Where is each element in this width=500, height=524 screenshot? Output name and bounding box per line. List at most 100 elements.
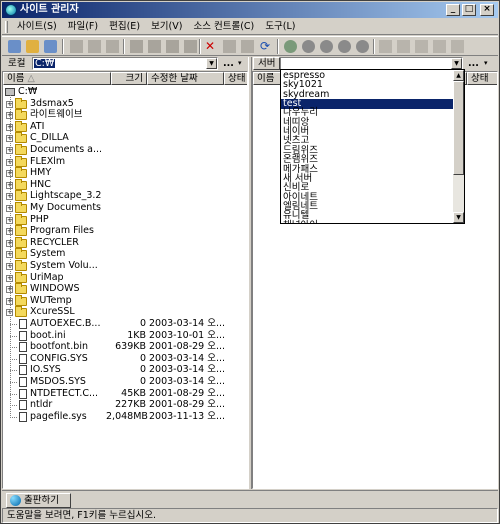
- file-row[interactable]: IO.SYS 0 2003-03-14 오...: [3, 364, 233, 376]
- folder-row[interactable]: +3dsmax5: [3, 97, 233, 110]
- connect-icon[interactable]: [8, 40, 21, 53]
- local-file-list[interactable]: 이름 △ 크기 수정한 날짜 상태 C:₩ +3dsmax5 + 라이트웨이브 + ATI…: [2, 71, 248, 489]
- upload-icon[interactable]: [284, 40, 297, 53]
- col-header-name[interactable]: 이름 △: [3, 72, 111, 85]
- folder-row[interactable]: + My Documents: [3, 202, 233, 214]
- download-icon[interactable]: [302, 40, 315, 53]
- col-header-status[interactable]: 상태: [467, 72, 497, 85]
- file-row[interactable]: bootfont.bin 639KB 2001-08-29 오...: [3, 341, 233, 353]
- menu-source-control[interactable]: 소스 컨트롤(C): [190, 19, 259, 35]
- open-icon[interactable]: [130, 40, 143, 53]
- col-header-date[interactable]: 수정한 날짜: [147, 72, 224, 85]
- local-pane: 로컬 C:₩ ▼ ... ▾ 이름 △ 크기 수정한 날짜 상태 C:₩ +3ds…: [2, 57, 248, 489]
- paste-icon[interactable]: [106, 40, 119, 53]
- scroll-thumb[interactable]: [453, 81, 464, 175]
- close-button[interactable]: ×: [480, 4, 494, 16]
- folder-row[interactable]: + XcureSSL: [3, 306, 233, 318]
- disconnect-icon[interactable]: [26, 40, 39, 53]
- menu-tools[interactable]: 도구(L): [261, 19, 299, 35]
- publish-tab[interactable]: 출판하기: [6, 493, 71, 508]
- folder-row[interactable]: + System Volu...: [3, 260, 233, 272]
- menu-edit[interactable]: 편집(E): [105, 19, 144, 35]
- file-row[interactable]: boot.ini 1KB 2003-10-01 오...: [3, 330, 233, 342]
- scroll-up-button[interactable]: ▲: [453, 70, 464, 81]
- file-row[interactable]: NTDETECT.C... 45KB 2001-08-29 오...: [3, 388, 233, 400]
- page-icon[interactable]: [397, 40, 410, 53]
- dropdown-scrollbar[interactable]: ▲ ▼: [453, 70, 464, 223]
- folder-row[interactable]: + System: [3, 248, 233, 260]
- tree-root-label: C:₩: [18, 86, 38, 97]
- view-icon[interactable]: [241, 40, 254, 53]
- folder-row[interactable]: + PHP: [3, 213, 233, 226]
- folder-row[interactable]: + RECYCLER: [3, 236, 233, 249]
- check-out-icon[interactable]: [338, 40, 351, 53]
- refresh-icon[interactable]: [44, 40, 57, 53]
- folder-row[interactable]: + HNC: [3, 178, 233, 191]
- sync-icon[interactable]: ⟳: [260, 40, 273, 53]
- chevron-down-icon[interactable]: ▼: [451, 58, 462, 69]
- server-browse-button[interactable]: ...: [468, 58, 479, 69]
- scroll-down-button[interactable]: ▼: [453, 212, 464, 223]
- folder-row[interactable]: + WUTemp: [3, 294, 233, 307]
- folder-row[interactable]: + HMY: [3, 167, 233, 179]
- properties-icon[interactable]: [184, 40, 197, 53]
- menu-file[interactable]: 파일(F): [64, 19, 102, 35]
- page-icon[interactable]: [433, 40, 446, 53]
- rename-icon[interactable]: [223, 40, 236, 53]
- file-row[interactable]: MSDOS.SYS 0 2003-03-14 오...: [3, 376, 233, 388]
- folder-row[interactable]: + Documents a...: [3, 144, 233, 156]
- file-date: 2001-08-29 오...: [149, 341, 226, 353]
- folder-row[interactable]: + Program Files: [3, 225, 233, 237]
- server-dropdown-list[interactable]: ▲ ▼ espresso sky1021 skydream test 나우누리 네띠앙 네이…: [280, 69, 465, 224]
- status-text: 도움말을 보려면, F1키를 누르십시오.: [7, 510, 156, 521]
- page-icon[interactable]: [379, 40, 392, 53]
- title-bar[interactable]: 사이트 관리자 _ □ ×: [2, 2, 498, 18]
- file-row[interactable]: CONFIG.SYS 0 2003-03-14 오...: [3, 353, 233, 365]
- globe-icon[interactable]: [356, 40, 369, 53]
- folder-row[interactable]: + 라이트웨이브: [3, 109, 233, 121]
- col-header-status[interactable]: 상태: [224, 72, 247, 85]
- folder-icon[interactable]: [148, 40, 161, 53]
- copy-icon[interactable]: [88, 40, 101, 53]
- menu-view[interactable]: 보기(V): [147, 19, 186, 35]
- menu-site[interactable]: 사이트(S): [13, 19, 61, 35]
- col-header-size[interactable]: 크기: [111, 72, 147, 85]
- folder-icon: [15, 120, 27, 132]
- maximize-button[interactable]: □: [462, 4, 476, 16]
- folder-row[interactable]: + Lightscape_3.2: [3, 190, 233, 202]
- check-in-icon[interactable]: [320, 40, 333, 53]
- local-path-combo[interactable]: C:₩ ▼: [32, 57, 218, 70]
- file-row[interactable]: ntldr 227KB 2001-08-29 오...: [3, 399, 233, 411]
- page-icon[interactable]: [415, 40, 428, 53]
- folder-name: FLEXlm: [30, 155, 66, 167]
- file-row[interactable]: pagefile.sys 2,048MB 2003-11-13 오...: [3, 411, 233, 423]
- folder-row[interactable]: + UriMap: [3, 271, 233, 284]
- server-option[interactable]: 채널아이: [281, 220, 453, 223]
- local-browse-button[interactable]: ...: [223, 58, 234, 69]
- server-options-button[interactable]: ▾: [484, 58, 488, 69]
- toolbar-separator: [62, 39, 64, 54]
- folder-name: UriMap: [30, 271, 64, 283]
- folder-row[interactable]: + ATI: [3, 120, 233, 133]
- minimize-button[interactable]: _: [446, 4, 460, 16]
- file-name: boot.ini: [30, 329, 66, 341]
- cut-icon[interactable]: [70, 40, 83, 53]
- folder-row[interactable]: + FLEXlm: [3, 155, 233, 168]
- folder-row[interactable]: + WINDOWS: [3, 283, 233, 295]
- file-row[interactable]: AUTOEXEC.B... 0 2003-03-14 오...: [3, 318, 233, 330]
- new-folder-icon[interactable]: [166, 40, 179, 53]
- local-options-button[interactable]: ▾: [238, 58, 242, 69]
- chevron-down-icon[interactable]: ▼: [206, 58, 217, 69]
- delete-icon[interactable]: ✕: [205, 40, 218, 53]
- menu-bar: 사이트(S) 파일(F) 편집(E) 보기(V) 소스 컨트롤(C) 도구(L): [2, 19, 498, 35]
- folder-name: My Documents: [30, 202, 102, 213]
- folder-name: ATI: [30, 120, 45, 132]
- col-header-name[interactable]: 이름: [253, 72, 283, 85]
- folder-row[interactable]: + C_DILLA: [3, 132, 233, 144]
- folder-name: HNC: [30, 178, 51, 190]
- folder-name: System Volu...: [30, 260, 98, 271]
- folder-name: PHP: [30, 213, 49, 225]
- folder-name: 라이트웨이브: [30, 109, 83, 121]
- page-icon[interactable]: [451, 40, 464, 53]
- tree-line: [10, 324, 17, 325]
